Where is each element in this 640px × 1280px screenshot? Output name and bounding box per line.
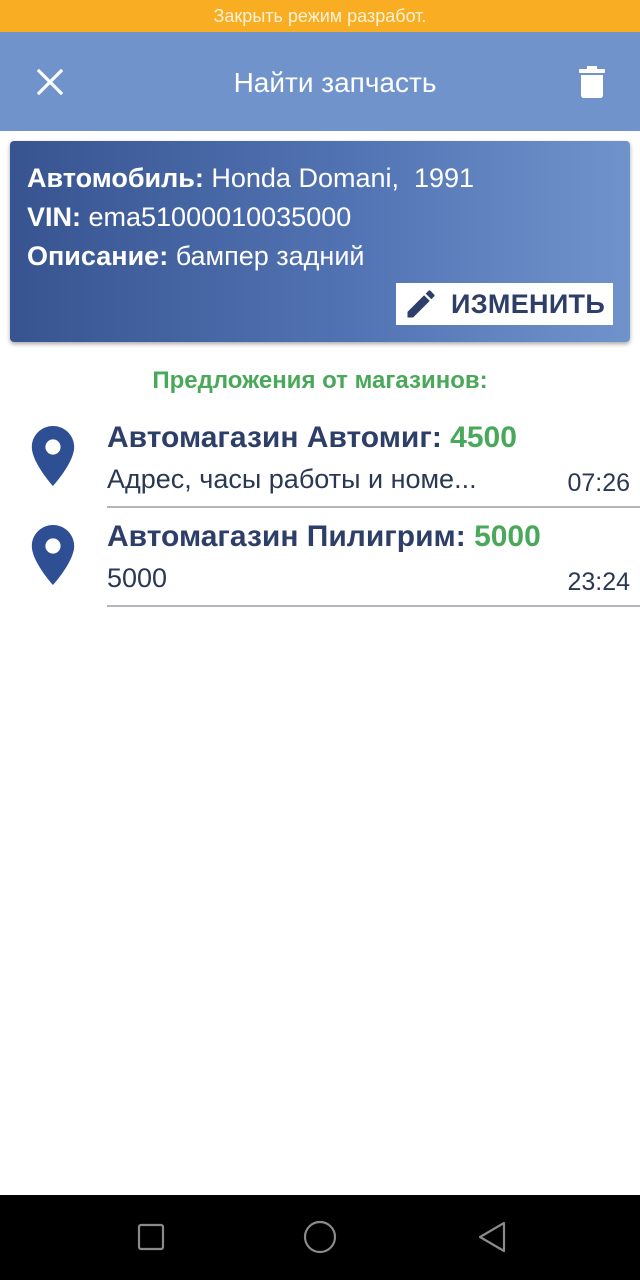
car-label: Автомобиль: [27, 163, 204, 193]
offer-title: Автомагазин Автомиг: 4500 [107, 418, 517, 458]
divider [107, 506, 640, 508]
description-line: Описание: бампер задний [27, 240, 365, 272]
vin-line: VIN: ema51000010035000 [27, 201, 351, 233]
recent-apps-button[interactable] [123, 1212, 179, 1262]
trash-icon [579, 66, 605, 98]
offer-item[interactable]: Автомагазин Пилигрим: 5000 5000 23:24 [0, 509, 640, 609]
request-summary-card: Автомобиль: Honda Domani, 1991 VIN: ema5… [10, 141, 630, 342]
divider [107, 605, 640, 607]
close-button[interactable] [22, 58, 78, 106]
back-button[interactable] [464, 1212, 520, 1262]
vin-label: VIN: [27, 202, 81, 232]
pencil-icon [403, 286, 439, 322]
dev-mode-banner-text: Закрыть режим разработ. [213, 6, 427, 26]
recent-apps-icon [137, 1223, 165, 1251]
dev-mode-banner[interactable]: Закрыть режим разработ. [0, 0, 640, 32]
offer-subtitle: 5000 [107, 563, 168, 593]
back-icon [478, 1221, 506, 1253]
car-value: Honda Domani, 1991 [203, 163, 475, 193]
app-bar: Найти запчасть [0, 32, 640, 131]
home-icon [303, 1220, 337, 1254]
description-label: Описание: [27, 241, 169, 271]
description-value: бампер задний [168, 241, 365, 271]
offers-heading: Предложения от магазинов: [152, 367, 488, 394]
delete-button[interactable] [566, 58, 618, 106]
location-pin-icon [31, 525, 75, 585]
offer-shop-name: Автомагазин Автомиг: [107, 421, 451, 454]
offer-subtitle: Адрес, часы работы и номе... [107, 464, 477, 494]
offer-shop-name: Автомагазин Пилигрим: [107, 520, 475, 553]
offer-time: 23:24 [567, 568, 630, 596]
edit-button-label: ИЗМЕНИТЬ [451, 288, 606, 319]
offer-title: Автомагазин Пилигрим: 5000 [107, 517, 541, 557]
system-nav-bar [0, 1195, 640, 1280]
offer-price: 4500 [450, 421, 517, 454]
offer-price: 5000 [474, 520, 541, 553]
car-line: Автомобиль: Honda Domani, 1991 [27, 162, 474, 194]
location-pin-icon [31, 426, 75, 486]
close-icon [37, 69, 63, 95]
offer-item[interactable]: Автомагазин Автомиг: 4500 Адрес, часы ра… [0, 410, 640, 510]
edit-button[interactable]: ИЗМЕНИТЬ [396, 283, 613, 325]
vin-value: ema51000010035000 [81, 202, 352, 232]
page-title: Найти запчасть [233, 67, 437, 98]
offer-time: 07:26 [567, 469, 630, 497]
home-button[interactable] [292, 1212, 348, 1262]
